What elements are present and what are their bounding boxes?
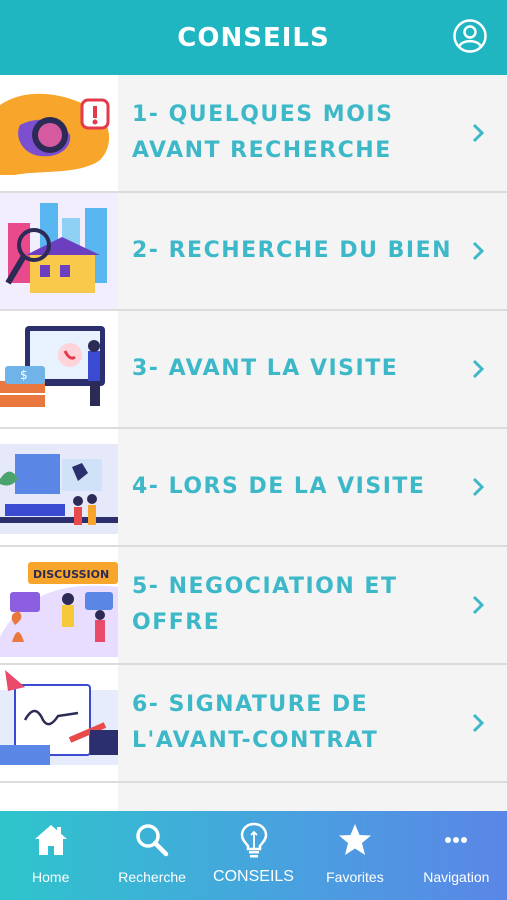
tab-label: Recherche [118, 869, 186, 885]
item-illustration [0, 665, 118, 781]
item-label: 5- NEGOCIATION ET OFFRE [132, 574, 398, 635]
app-header: CONSEILS [0, 0, 507, 75]
chevron-right-icon[interactable] [471, 594, 485, 616]
list-item[interactable]: 2- RECHERCHE DU BIEN [0, 193, 507, 311]
tab-label: Favorites [326, 869, 384, 885]
page-title: CONSEILS [177, 22, 330, 53]
advice-list: 1- QUELQUES MOIS AVANT RECHERCHE 2- RECH… [0, 75, 507, 813]
tab-conseils[interactable]: CONSEILS [203, 811, 304, 900]
list-item[interactable]: 4- LORS DE LA VISITE [0, 429, 507, 547]
item-label: 4- LORS DE LA VISITE [132, 474, 426, 499]
more-icon [445, 837, 468, 843]
list-item[interactable] [0, 783, 507, 813]
item-illustration [0, 429, 118, 545]
item-illustration: DISCUSSION [0, 547, 118, 663]
home-icon [34, 825, 67, 855]
chevron-right-icon[interactable] [471, 476, 485, 498]
item-illustration [0, 193, 118, 309]
star-icon [338, 824, 371, 855]
search-icon [136, 824, 169, 857]
chevron-right-icon[interactable] [471, 122, 485, 144]
item-illustration [0, 783, 118, 813]
tab-label: CONSEILS [213, 868, 294, 885]
lightbulb-icon [240, 822, 267, 858]
item-label: 1- QUELQUES MOIS AVANT RECHERCHE [132, 102, 394, 163]
item-label: 3- AVANT LA VISITE [132, 356, 399, 381]
list-item[interactable]: 1- QUELQUES MOIS AVANT RECHERCHE [0, 75, 507, 193]
item-label: 6- SIGNATURE DE L'AVANT-CONTRAT [132, 692, 379, 753]
chevron-right-icon[interactable] [471, 712, 485, 734]
discussion-badge: DISCUSSION [33, 568, 109, 581]
tab-navigation[interactable]: Navigation [406, 811, 507, 900]
list-item[interactable]: DISCUSSION 5- NEGOCIATION ET OFFRE [0, 547, 507, 665]
tab-recherche[interactable]: Recherche [101, 811, 202, 900]
item-illustration: $ [0, 311, 118, 427]
list-item[interactable]: 6- SIGNATURE DE L'AVANT-CONTRAT [0, 665, 507, 783]
list-item[interactable]: $ 3- AVANT LA VISITE [0, 311, 507, 429]
item-label: 2- RECHERCHE DU BIEN [132, 238, 453, 263]
tab-home[interactable]: Home [0, 811, 101, 900]
bottom-tab-bar: Home Recherche CONSEILS Favorites Naviga… [0, 811, 507, 900]
item-illustration [0, 75, 118, 191]
tab-label: Home [32, 869, 70, 885]
user-profile-icon[interactable] [453, 19, 487, 53]
svg-text:$: $ [20, 368, 28, 382]
chevron-right-icon[interactable] [471, 240, 485, 262]
tab-label: Navigation [423, 869, 490, 885]
chevron-right-icon[interactable] [471, 358, 485, 380]
tab-favorites[interactable]: Favorites [304, 811, 405, 900]
